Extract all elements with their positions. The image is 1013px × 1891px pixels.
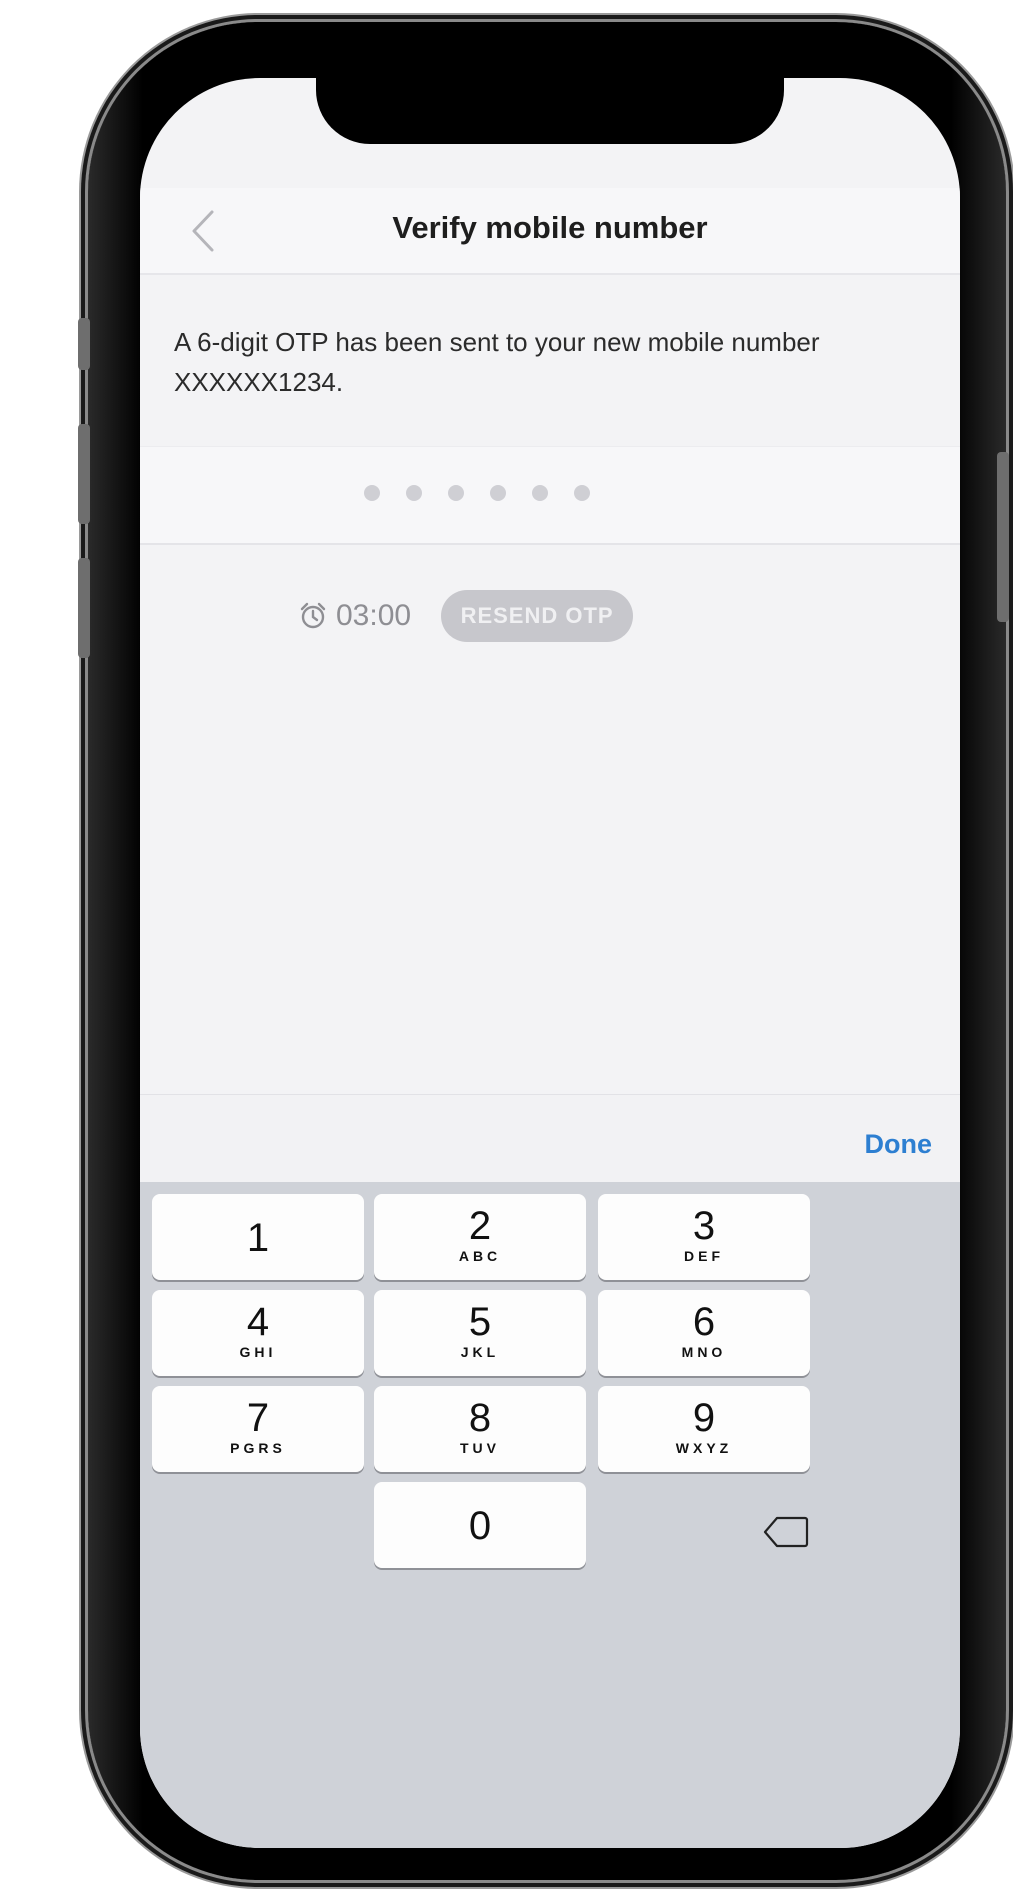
notch (316, 78, 784, 144)
key-letters: DEF (684, 1248, 724, 1264)
done-button[interactable]: Done (865, 1129, 933, 1160)
key-letters: ABC (458, 1248, 502, 1264)
otp-dots (364, 485, 590, 501)
key-digit: 8 (468, 1396, 492, 1440)
key-letters: MNO (681, 1344, 727, 1360)
otp-digit-placeholder (448, 485, 464, 501)
otp-digit-placeholder (532, 485, 548, 501)
volume-down-button (78, 558, 90, 658)
alarm-clock-icon (300, 602, 326, 629)
power-button (997, 452, 1009, 622)
page-title: Verify mobile number (392, 210, 708, 245)
otp-input[interactable] (140, 446, 960, 545)
key-digit: 5 (468, 1300, 492, 1344)
key-digit: 2 (468, 1204, 492, 1248)
backspace-icon (763, 1516, 809, 1548)
navigation-bar: Verify mobile number (140, 188, 960, 275)
otp-digit-placeholder (406, 485, 422, 501)
countdown-timer: 03:00 (336, 599, 412, 632)
otp-digit-placeholder (490, 485, 506, 501)
key-digit: 9 (692, 1396, 716, 1440)
key-letters: TUV (460, 1440, 500, 1456)
timer-row: 03:00 RESEND OTP (298, 586, 634, 646)
keyboard-accessory-bar: Done (140, 1094, 960, 1183)
key-8[interactable]: 8 TUV (374, 1386, 586, 1472)
silent-switch (78, 318, 90, 370)
key-letters: JKL (460, 1344, 500, 1360)
key-4[interactable]: 4 GHI (152, 1290, 364, 1376)
key-2[interactable]: 2 ABC (374, 1194, 586, 1280)
phone-screen: Verify mobile number A 6-digit OTP has b… (140, 78, 960, 1848)
key-digit: 7 (246, 1396, 270, 1440)
volume-up-button (78, 424, 90, 524)
key-letters: WXYZ (675, 1440, 733, 1456)
key-9[interactable]: 9 WXYZ (598, 1386, 810, 1472)
key-3[interactable]: 3 DEF (598, 1194, 810, 1280)
delete-key[interactable] (680, 1489, 892, 1575)
otp-digit-placeholder (574, 485, 590, 501)
key-digit: 4 (246, 1300, 270, 1344)
key-digit: 6 (692, 1300, 716, 1344)
resend-otp-button[interactable]: RESEND OTP (441, 590, 634, 642)
otp-digit-placeholder (364, 485, 380, 501)
otp-sent-message: A 6-digit OTP has been sent to your new … (174, 327, 820, 397)
key-6[interactable]: 6 MNO (598, 1290, 810, 1376)
key-letters: GHI (239, 1344, 277, 1360)
key-digit: 0 (468, 1504, 492, 1548)
key-1[interactable]: 1 (152, 1194, 364, 1280)
key-7[interactable]: 7 PGRS (152, 1386, 364, 1472)
key-5[interactable]: 5 JKL (374, 1290, 586, 1376)
key-letters: PGRS (230, 1440, 286, 1456)
numeric-keypad: 1 2 ABC 3 DEF 4 GHI 5 JKL 6 MNO 7 PGRS 8 TUV 9 WXYZ 0 (140, 1182, 960, 1848)
key-digit: 1 (246, 1216, 270, 1260)
key-0[interactable]: 0 (374, 1482, 586, 1568)
key-digit: 3 (692, 1204, 716, 1248)
